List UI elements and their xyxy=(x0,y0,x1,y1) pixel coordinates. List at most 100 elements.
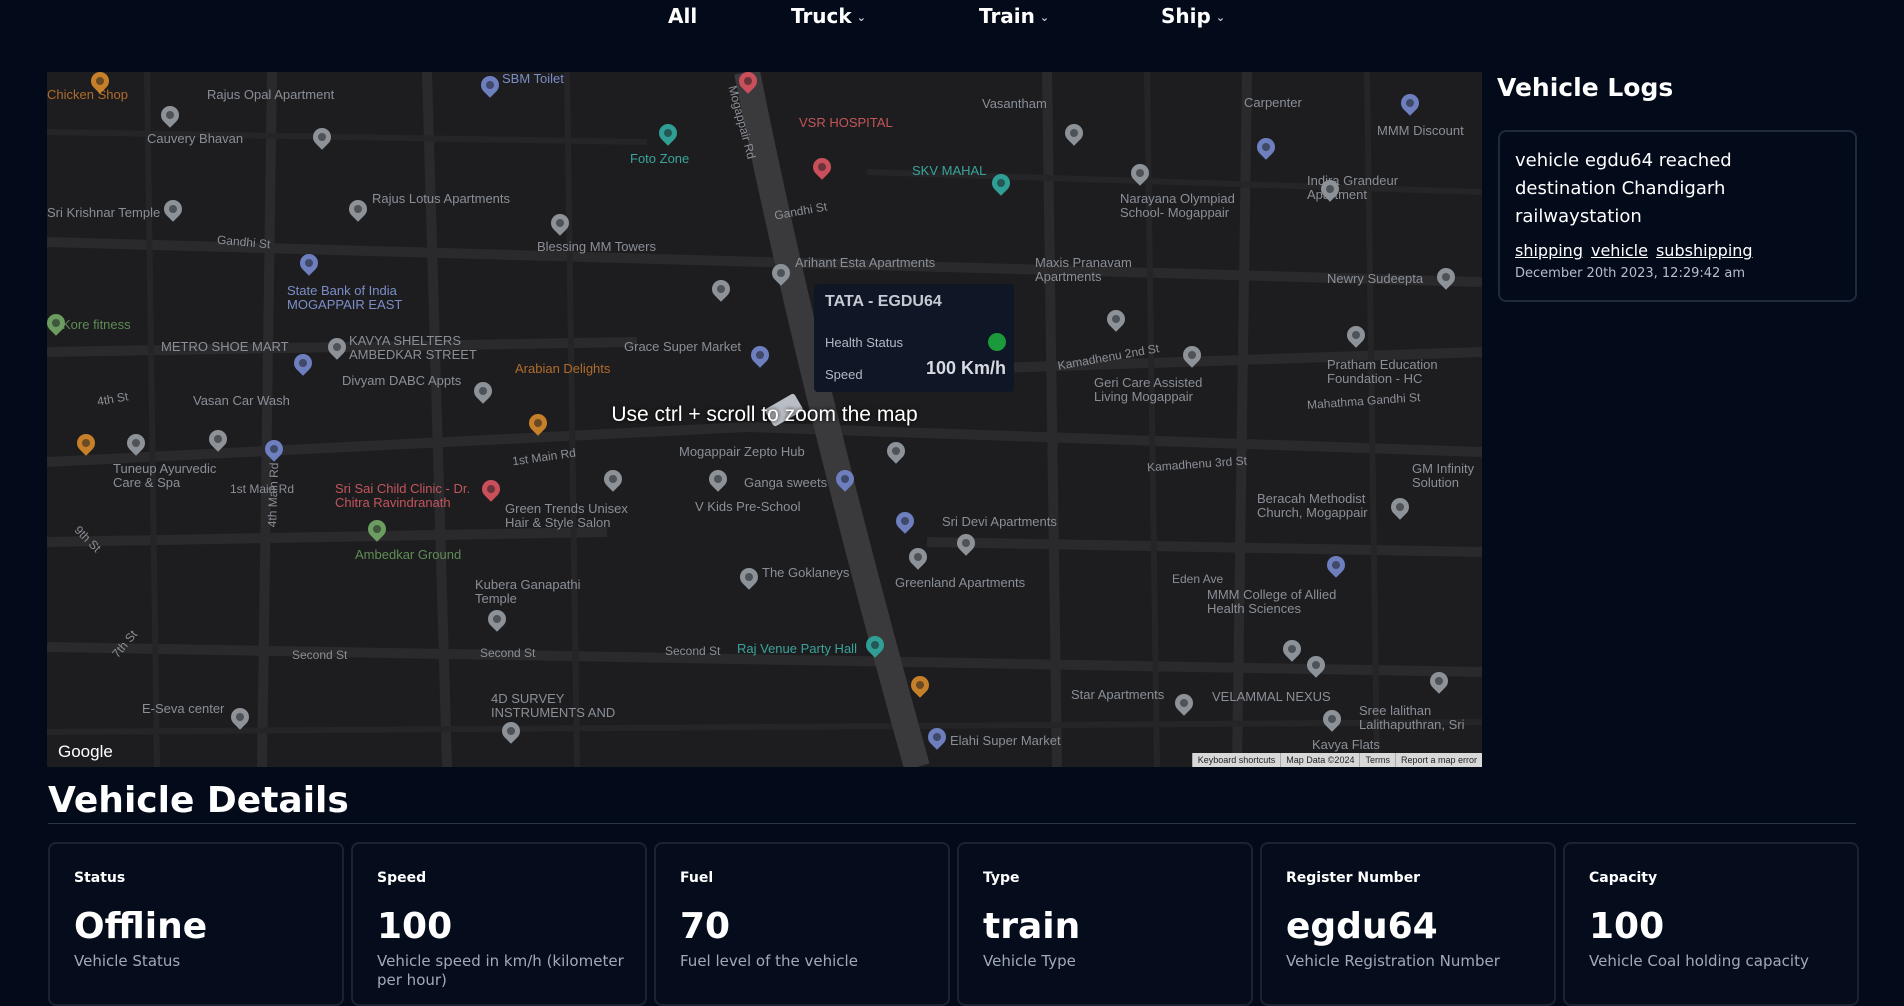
tag-shipping[interactable]: shipping xyxy=(1515,241,1583,260)
place-label: SKV MAHAL xyxy=(912,163,987,178)
place-label: MMM College of Allied Health Sciences xyxy=(1207,587,1337,616)
street-label: 4th Main Rd xyxy=(265,462,282,528)
place-label: Chicken Shop xyxy=(47,87,128,102)
detail-card-capacity: Capacity 100 Vehicle Coal holding capaci… xyxy=(1563,842,1859,1006)
street-label: Second St xyxy=(665,644,721,658)
place-label: Ambedkar Ground xyxy=(355,547,462,562)
place-label: Kubera Ganapathi Temple xyxy=(475,577,581,606)
place-label: Geri Care Assisted Living Mogappair xyxy=(1094,375,1203,404)
card-value: 100 xyxy=(377,906,453,947)
divider xyxy=(48,823,1856,824)
place-label: 4D SURVEY INSTRUMENTS AND xyxy=(491,691,616,720)
place-label: METRO SHOE MART xyxy=(161,339,289,354)
place-label: Carpenter xyxy=(1244,95,1302,110)
nav-all[interactable]: All xyxy=(668,4,697,28)
street-label: 1st Main Rd xyxy=(230,482,295,496)
vehicle-map[interactable]: Mogappair Rd Gandhi St Gandhi St 4th St … xyxy=(47,72,1482,767)
street-label: Second St xyxy=(292,648,348,662)
nav-train[interactable]: Train ⌄ xyxy=(979,4,1049,28)
place-label: Pratham Education Foundation - HC xyxy=(1327,357,1438,386)
place-label: Sri Krishnar Temple xyxy=(47,205,161,220)
log-timestamp: December 20th 2023, 12:29:42 am xyxy=(1515,266,1746,281)
place-label: MMM Discount xyxy=(1377,123,1464,138)
card-description: Vehicle speed in km/h (kilometer per hou… xyxy=(377,952,624,989)
vehicle-details-title: Vehicle Details xyxy=(48,780,349,821)
place-label: Raj Venue Party Hall xyxy=(737,641,857,656)
card-label: Type xyxy=(983,870,1020,886)
card-value: 100 xyxy=(1589,906,1665,947)
place-label: Mogappair Zepto Hub xyxy=(679,444,805,459)
place-label: Cauvery Bhavan xyxy=(147,131,244,146)
place-label: Arihant Esta Apartments xyxy=(795,255,936,270)
tooltip-title: TATA - EGDU64 xyxy=(825,293,942,310)
report-error-link[interactable]: Report a map error xyxy=(1394,753,1482,767)
place-label: State Bank of India MOGAPPAIR EAST xyxy=(287,283,403,312)
street-label: Second St xyxy=(480,646,536,660)
tag-vehicle[interactable]: vehicle xyxy=(1591,241,1648,260)
zoom-hint: Use ctrl + scroll to zoom the map xyxy=(611,403,918,426)
place-label: Elahi Super Market xyxy=(950,733,1061,748)
tag-subshipping[interactable]: subshipping xyxy=(1656,241,1753,260)
speed-label: Speed xyxy=(825,367,863,382)
place-label: Beracah Methodist Church, Mogappair xyxy=(1257,491,1368,520)
card-label: Status xyxy=(74,870,126,886)
google-logo: Google xyxy=(58,742,113,761)
chevron-down-icon: ⌄ xyxy=(856,11,866,24)
card-value: 70 xyxy=(680,906,731,947)
detail-card-register-number: Register Number egdu64 Vehicle Registrat… xyxy=(1260,842,1556,1006)
map-data-label: Map Data ©2024 xyxy=(1280,753,1360,767)
chevron-down-icon: ⌄ xyxy=(1039,11,1050,24)
place-label: Vasantham xyxy=(982,96,1047,111)
card-label: Speed xyxy=(377,870,427,886)
card-label: Fuel xyxy=(680,870,714,886)
place-label: Kore fitness xyxy=(62,317,131,332)
place-label: Rajus Opal Apartment xyxy=(207,87,335,102)
place-label: Rajus Lotus Apartments xyxy=(372,191,511,206)
card-label: Register Number xyxy=(1286,870,1421,886)
health-status-indicator xyxy=(988,333,1006,351)
place-label: V Kids Pre-School xyxy=(695,499,801,514)
place-label: Blessing MM Towers xyxy=(537,239,656,254)
speed-value: 100 Km/h xyxy=(925,358,1006,378)
log-message: vehicle egdu64 reached destination Chand… xyxy=(1515,150,1732,227)
keyboard-shortcuts-link[interactable]: Keyboard shortcuts xyxy=(1191,753,1281,767)
nav-truck[interactable]: Truck ⌄ xyxy=(791,4,866,28)
card-description: Vehicle Status xyxy=(74,952,181,970)
vehicle-info-tooltip: TATA - EGDU64 Health Status Speed 100 Km… xyxy=(814,284,1014,392)
place-label: Greenland Apartments xyxy=(895,575,1026,590)
place-label: Narayana Olympiad School- Mogappair xyxy=(1120,191,1235,220)
card-label: Capacity xyxy=(1589,870,1658,886)
card-value: egdu64 xyxy=(1286,906,1438,947)
street-label: Eden Ave xyxy=(1172,572,1224,586)
detail-card-status: Status Offline Vehicle Status xyxy=(48,842,344,1006)
place-label: Newry Sudeepta xyxy=(1327,271,1424,286)
card-description: Vehicle Coal holding capacity xyxy=(1589,952,1809,970)
place-label: Sree lalithan Lalithaputhran, Sri xyxy=(1359,703,1465,732)
card-description: Vehicle Type xyxy=(983,952,1076,970)
place-label: Arabian Delights xyxy=(515,361,611,376)
detail-card-fuel: Fuel 70 Fuel level of the vehicle xyxy=(654,842,950,1006)
place-label: Sri Devi Apartments xyxy=(942,514,1057,529)
detail-card-type: Type train Vehicle Type xyxy=(957,842,1253,1006)
place-label: VSR HOSPITAL xyxy=(799,115,893,130)
nav-ship-label: Ship xyxy=(1161,4,1211,28)
place-label: Kavya Flats xyxy=(1312,737,1380,752)
place-label: Tuneup Ayurvedic Care & Spa xyxy=(113,461,217,490)
nav-ship[interactable]: Ship ⌄ xyxy=(1161,4,1225,28)
map-attribution: Keyboard shortcuts Map Data ©2024 Terms … xyxy=(1191,753,1482,767)
log-tags: shipping vehicle subshipping xyxy=(1515,241,1753,260)
card-value: Offline xyxy=(74,906,208,947)
nav-truck-label: Truck xyxy=(791,4,852,28)
place-label: Foto Zone xyxy=(630,151,690,166)
detail-card-speed: Speed 100 Vehicle speed in km/h (kilomet… xyxy=(351,842,647,1006)
chevron-down-icon: ⌄ xyxy=(1215,11,1226,24)
place-label: Star Apartments xyxy=(1071,687,1165,702)
place-label: Sri Sai Child Clinic - Dr. Chitra Ravind… xyxy=(335,481,471,510)
place-label: E-Seva center xyxy=(142,701,225,716)
place-label: VELAMMAL NEXUS xyxy=(1212,689,1331,704)
health-status-label: Health Status xyxy=(825,335,904,350)
nav-train-label: Train xyxy=(979,4,1035,28)
terms-link[interactable]: Terms xyxy=(1359,753,1395,767)
place-label: Grace Super Market xyxy=(624,339,742,354)
place-label: GM Infinity Solution xyxy=(1412,461,1475,490)
